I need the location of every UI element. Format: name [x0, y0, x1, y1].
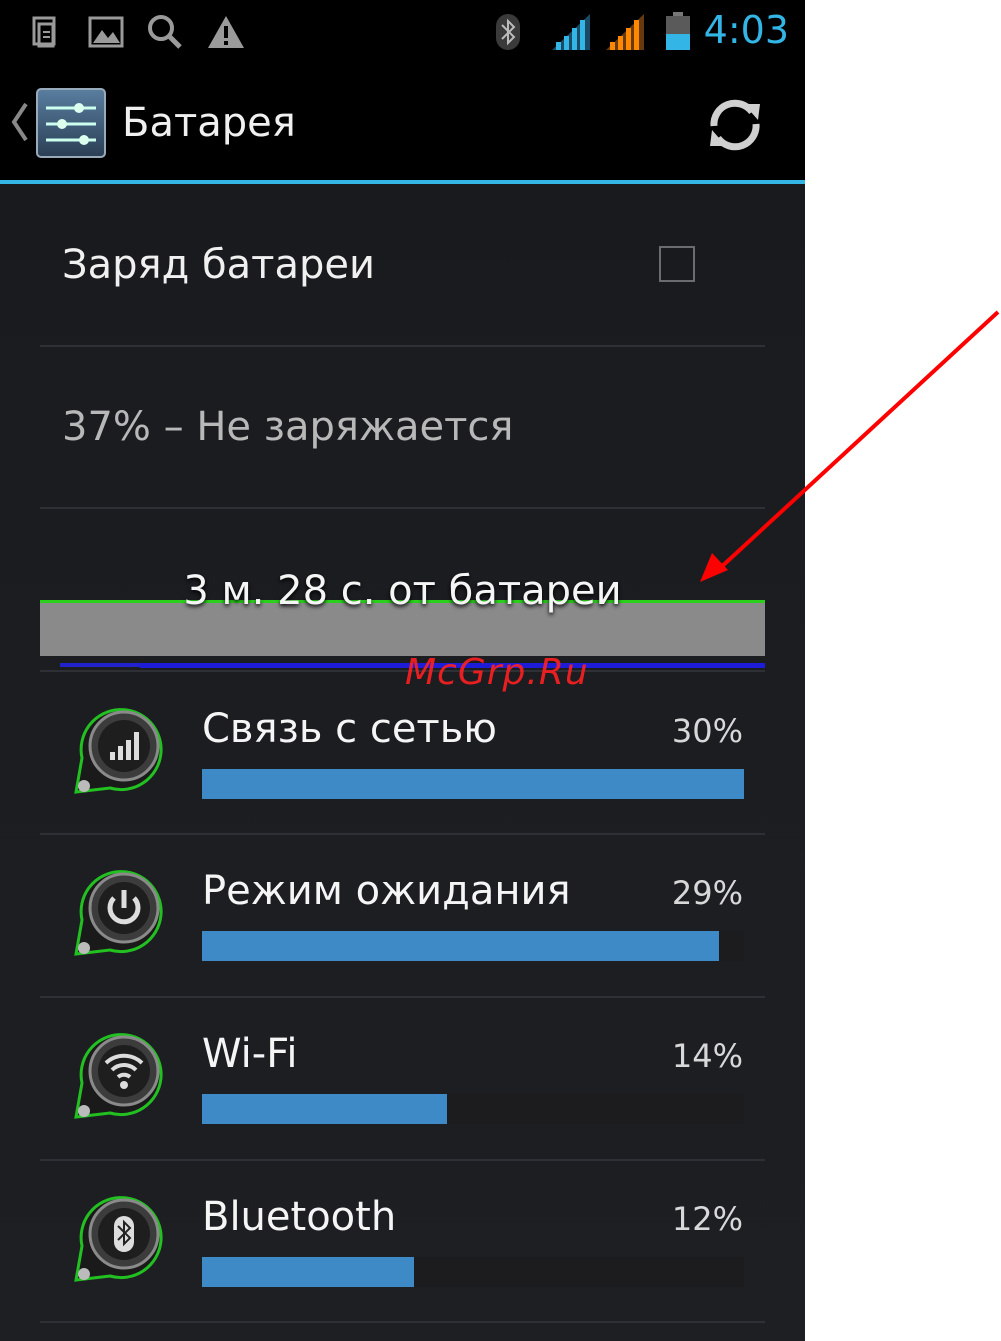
- battery-graph-label: 3 м. 28 с. от батареи: [183, 568, 622, 614]
- phone-screen: 4:03 Батарея Заряд батареи 37% – Не заря…: [0, 0, 805, 1341]
- usage-item-percent: 30%: [671, 712, 743, 750]
- warning-icon: [208, 16, 244, 48]
- usage-bar-track: [202, 931, 744, 961]
- bluetooth-icon: [496, 14, 520, 50]
- status-bar: 4:03: [0, 0, 805, 64]
- image-icon: [88, 16, 124, 48]
- usage-bar: [202, 1094, 447, 1124]
- usage-item-name: Режим ожидания: [202, 868, 571, 914]
- usage-bar: [202, 769, 744, 799]
- power-icon: [74, 870, 163, 956]
- divider: [40, 345, 765, 347]
- refresh-icon[interactable]: [700, 90, 770, 160]
- usage-item-name: Связь с сетью: [202, 706, 497, 752]
- usage-bar-track: [202, 769, 744, 799]
- charge-checkbox[interactable]: [659, 246, 695, 282]
- search-icon: [148, 15, 182, 49]
- usage-item-name: Bluetooth: [202, 1194, 397, 1240]
- usage-bar: [202, 1257, 414, 1287]
- usage-bar-track: [202, 1094, 744, 1124]
- wifi-icon: [74, 1033, 163, 1119]
- usage-item-percent: 29%: [671, 874, 743, 912]
- battery-status: 37% – Не заряжается: [62, 404, 514, 450]
- divider: [40, 1321, 765, 1323]
- bluetooth-icon: [74, 1196, 163, 1282]
- divider: [40, 670, 765, 672]
- charge-setting-label: Заряд батареи: [62, 242, 375, 288]
- signal-sim1-icon: [552, 14, 590, 50]
- graph-line-segment: [60, 663, 152, 667]
- usage-item-percent: 12%: [671, 1200, 743, 1238]
- usage-bar: [202, 931, 719, 961]
- signal-sim2-icon: [606, 14, 644, 50]
- clock: 4:03: [703, 8, 789, 52]
- cell-signal-icon: [74, 708, 163, 794]
- clipboard-icon: [32, 16, 56, 48]
- battery-icon: [666, 12, 690, 50]
- divider: [40, 996, 765, 998]
- action-bar-divider: [0, 180, 805, 184]
- watermark: McGrp.Ru: [405, 652, 589, 693]
- usage-item-name: Wi-Fi: [202, 1031, 298, 1077]
- chevron-left-icon[interactable]: [8, 100, 30, 144]
- page-title: Батарея: [122, 100, 296, 146]
- divider: [40, 507, 765, 509]
- usage-item-percent: 14%: [671, 1037, 743, 1075]
- action-bar: [0, 64, 805, 180]
- usage-bar-track: [202, 1257, 744, 1287]
- settings-sliders-icon[interactable]: [34, 86, 108, 160]
- divider: [40, 833, 765, 835]
- divider: [40, 1159, 765, 1161]
